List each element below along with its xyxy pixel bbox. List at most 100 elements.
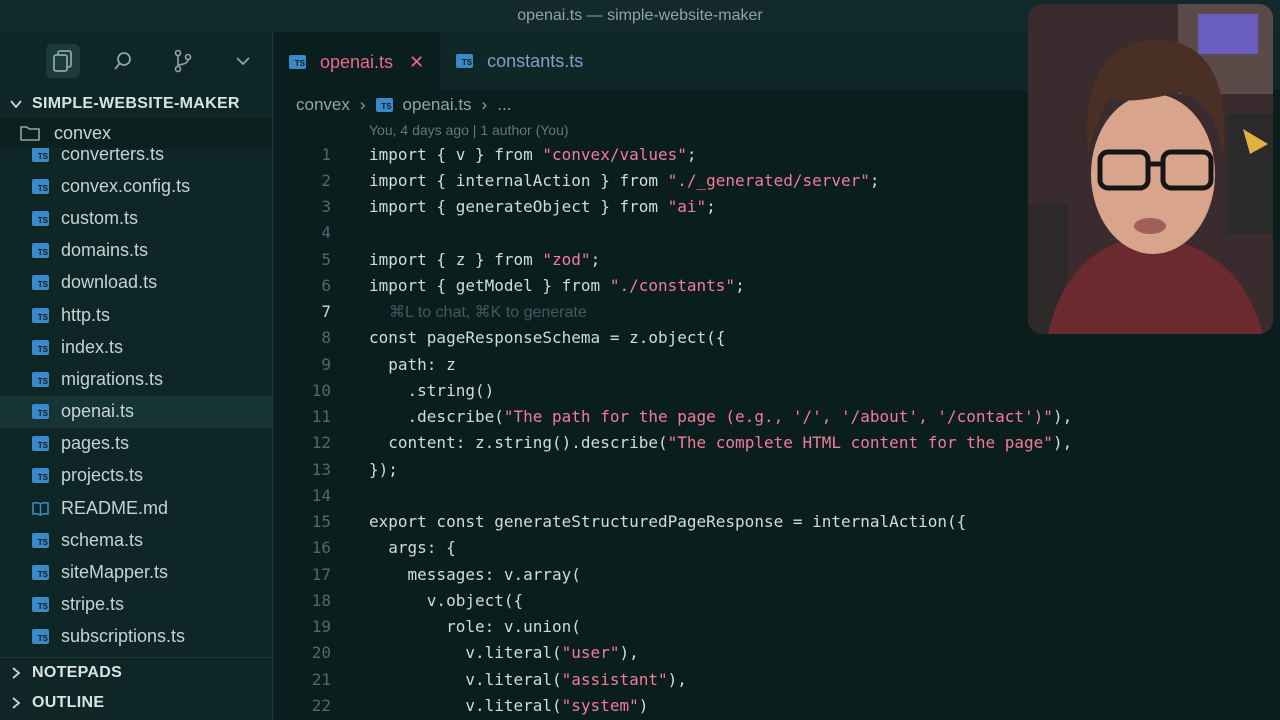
code-text: import { z } from "zod"; xyxy=(369,249,601,269)
file-item[interactable]: TS siteMapper.ts xyxy=(0,556,272,588)
ts-file-icon: TS xyxy=(32,275,49,291)
file-label: download.ts xyxy=(61,272,158,293)
explorer-icon[interactable] xyxy=(46,44,80,78)
file-label: projects.ts xyxy=(61,465,144,486)
outline-label: OUTLINE xyxy=(32,694,105,711)
tab-label: openai.ts xyxy=(320,51,394,72)
file-item[interactable]: TS stripe.ts xyxy=(0,589,272,621)
activity-bar xyxy=(0,32,272,90)
folder-convex[interactable]: convex xyxy=(0,118,272,148)
code-line[interactable]: 22 v.literal("system") xyxy=(273,692,1280,718)
code-text: }); xyxy=(369,459,398,479)
notepads-header[interactable]: NOTEPADS xyxy=(0,658,272,688)
ts-file-icon: TS xyxy=(32,210,49,226)
file-item[interactable]: TS projects.ts xyxy=(0,460,272,492)
chevron-down-icon xyxy=(8,96,24,112)
code-line[interactable]: 18 v.object({ xyxy=(273,587,1280,613)
file-item[interactable]: TS migrations.ts xyxy=(0,363,272,395)
file-label: openai.ts xyxy=(61,401,135,422)
inline-ai-hint: ⌘L to chat, ⌘K to generate xyxy=(389,303,587,321)
file-label: index.ts xyxy=(61,336,124,357)
code-line[interactable]: 21 v.literal("assistant"), xyxy=(273,666,1280,692)
line-number: 16 xyxy=(311,538,331,558)
code-line[interactable]: 15 export const generateStructuredPageRes… xyxy=(273,509,1280,535)
file-label: migrations.ts xyxy=(61,368,164,389)
breadcrumb-more[interactable]: ... xyxy=(497,95,511,115)
code-line[interactable]: 19 role: v.union( xyxy=(273,614,1280,640)
file-label: pages.ts xyxy=(61,433,130,454)
line-number: 10 xyxy=(311,380,331,400)
code-line[interactable]: 17 messages: v.array( xyxy=(273,561,1280,587)
file-label: http.ts xyxy=(61,304,111,325)
line-number: 11 xyxy=(311,407,331,427)
file-label: subscriptions.ts xyxy=(61,626,186,647)
file-item[interactable]: TS subscriptions.ts xyxy=(0,621,272,653)
ts-file-icon: TS xyxy=(32,148,49,162)
folder-label: convex xyxy=(54,122,112,143)
file-item[interactable]: TS custom.ts xyxy=(0,202,272,234)
file-item[interactable]: README.md xyxy=(0,492,272,524)
line-number: 19 xyxy=(311,617,331,637)
ts-file-icon: TS xyxy=(375,98,393,112)
breadcrumb-folder[interactable]: convex xyxy=(296,95,350,115)
line-number: 17 xyxy=(311,564,331,584)
source-control-icon[interactable] xyxy=(166,44,200,78)
code-text: args: { xyxy=(369,538,456,558)
search-icon[interactable] xyxy=(106,44,140,78)
markdown-file-icon xyxy=(32,501,49,516)
tab-constants[interactable]: TS constants.ts xyxy=(440,32,599,90)
line-number: 21 xyxy=(311,669,331,689)
notepads-label: NOTEPADS xyxy=(32,664,123,681)
code-text: role: v.union( xyxy=(369,617,581,637)
chevron-right-icon xyxy=(8,665,24,681)
file-item[interactable]: TS index.ts xyxy=(0,331,272,363)
blame-annotation[interactable]: You, 4 days ago | 1 author (You) xyxy=(369,122,569,138)
close-icon[interactable]: ✕ xyxy=(409,52,424,73)
line-number: 15 xyxy=(311,512,331,532)
code-line[interactable]: 10 .string() xyxy=(273,377,1280,403)
file-label: schema.ts xyxy=(61,529,144,550)
ts-file-icon: TS xyxy=(32,436,49,452)
chevron-down-icon[interactable] xyxy=(226,44,260,78)
code-line[interactable]: 20 v.literal("user"), xyxy=(273,640,1280,666)
file-item[interactable]: TS openai.ts xyxy=(0,395,272,428)
code-text: import { v } from "convex/values"; xyxy=(369,144,697,164)
ts-file-icon: TS xyxy=(32,597,49,613)
code-text: .describe("The path for the page (e.g., … xyxy=(369,407,1073,427)
tab-openai[interactable]: TS openai.ts ✕ xyxy=(273,32,441,90)
code-line[interactable]: 16 args: { xyxy=(273,535,1280,561)
code-line[interactable]: 13}); xyxy=(273,456,1280,482)
bottom-panels: NOTEPADS OUTLINE xyxy=(0,657,272,720)
code-line[interactable]: 9 path: z xyxy=(273,351,1280,377)
project-name: SIMPLE-WEBSITE-MAKER xyxy=(32,95,240,112)
line-number: 20 xyxy=(311,643,331,663)
line-number: 9 xyxy=(321,354,331,374)
file-item[interactable]: TS pages.ts xyxy=(0,428,272,460)
person-image xyxy=(1028,4,1273,334)
sidebar: SIMPLE-WEBSITE-MAKER convex TS converters… xyxy=(0,32,273,720)
file-item[interactable]: TS schema.ts xyxy=(0,524,272,556)
file-label: README.md xyxy=(61,497,169,518)
file-item[interactable]: TS converters.ts xyxy=(0,148,272,170)
line-number: 6 xyxy=(321,275,331,295)
file-label: domains.ts xyxy=(61,240,149,261)
code-text: export const generateStructuredPageRespo… xyxy=(369,512,967,532)
code-line[interactable]: 14 xyxy=(273,482,1280,508)
ts-file-icon: TS xyxy=(456,54,474,68)
file-item[interactable]: TS download.ts xyxy=(0,267,272,299)
folder-icon xyxy=(20,125,40,141)
breadcrumb-file[interactable]: openai.ts xyxy=(403,95,472,115)
file-item[interactable]: TS http.ts xyxy=(0,299,272,331)
code-text: .string() xyxy=(369,380,495,400)
file-item[interactable]: TS domains.ts xyxy=(0,235,272,267)
file-item[interactable]: TS convex.config.ts xyxy=(0,170,272,202)
line-number: 14 xyxy=(311,485,331,505)
code-line[interactable]: 12 content: z.string().describe("The com… xyxy=(273,430,1280,456)
ts-file-icon: TS xyxy=(32,565,49,581)
project-header[interactable]: SIMPLE-WEBSITE-MAKER xyxy=(0,90,272,118)
file-label: custom.ts xyxy=(61,207,139,228)
line-number: 18 xyxy=(311,590,331,610)
code-line[interactable]: 11 .describe("The path for the page (e.g… xyxy=(273,404,1280,430)
outline-header[interactable]: OUTLINE xyxy=(0,688,272,718)
code-text: import { generateObject } from "ai"; xyxy=(369,197,716,217)
